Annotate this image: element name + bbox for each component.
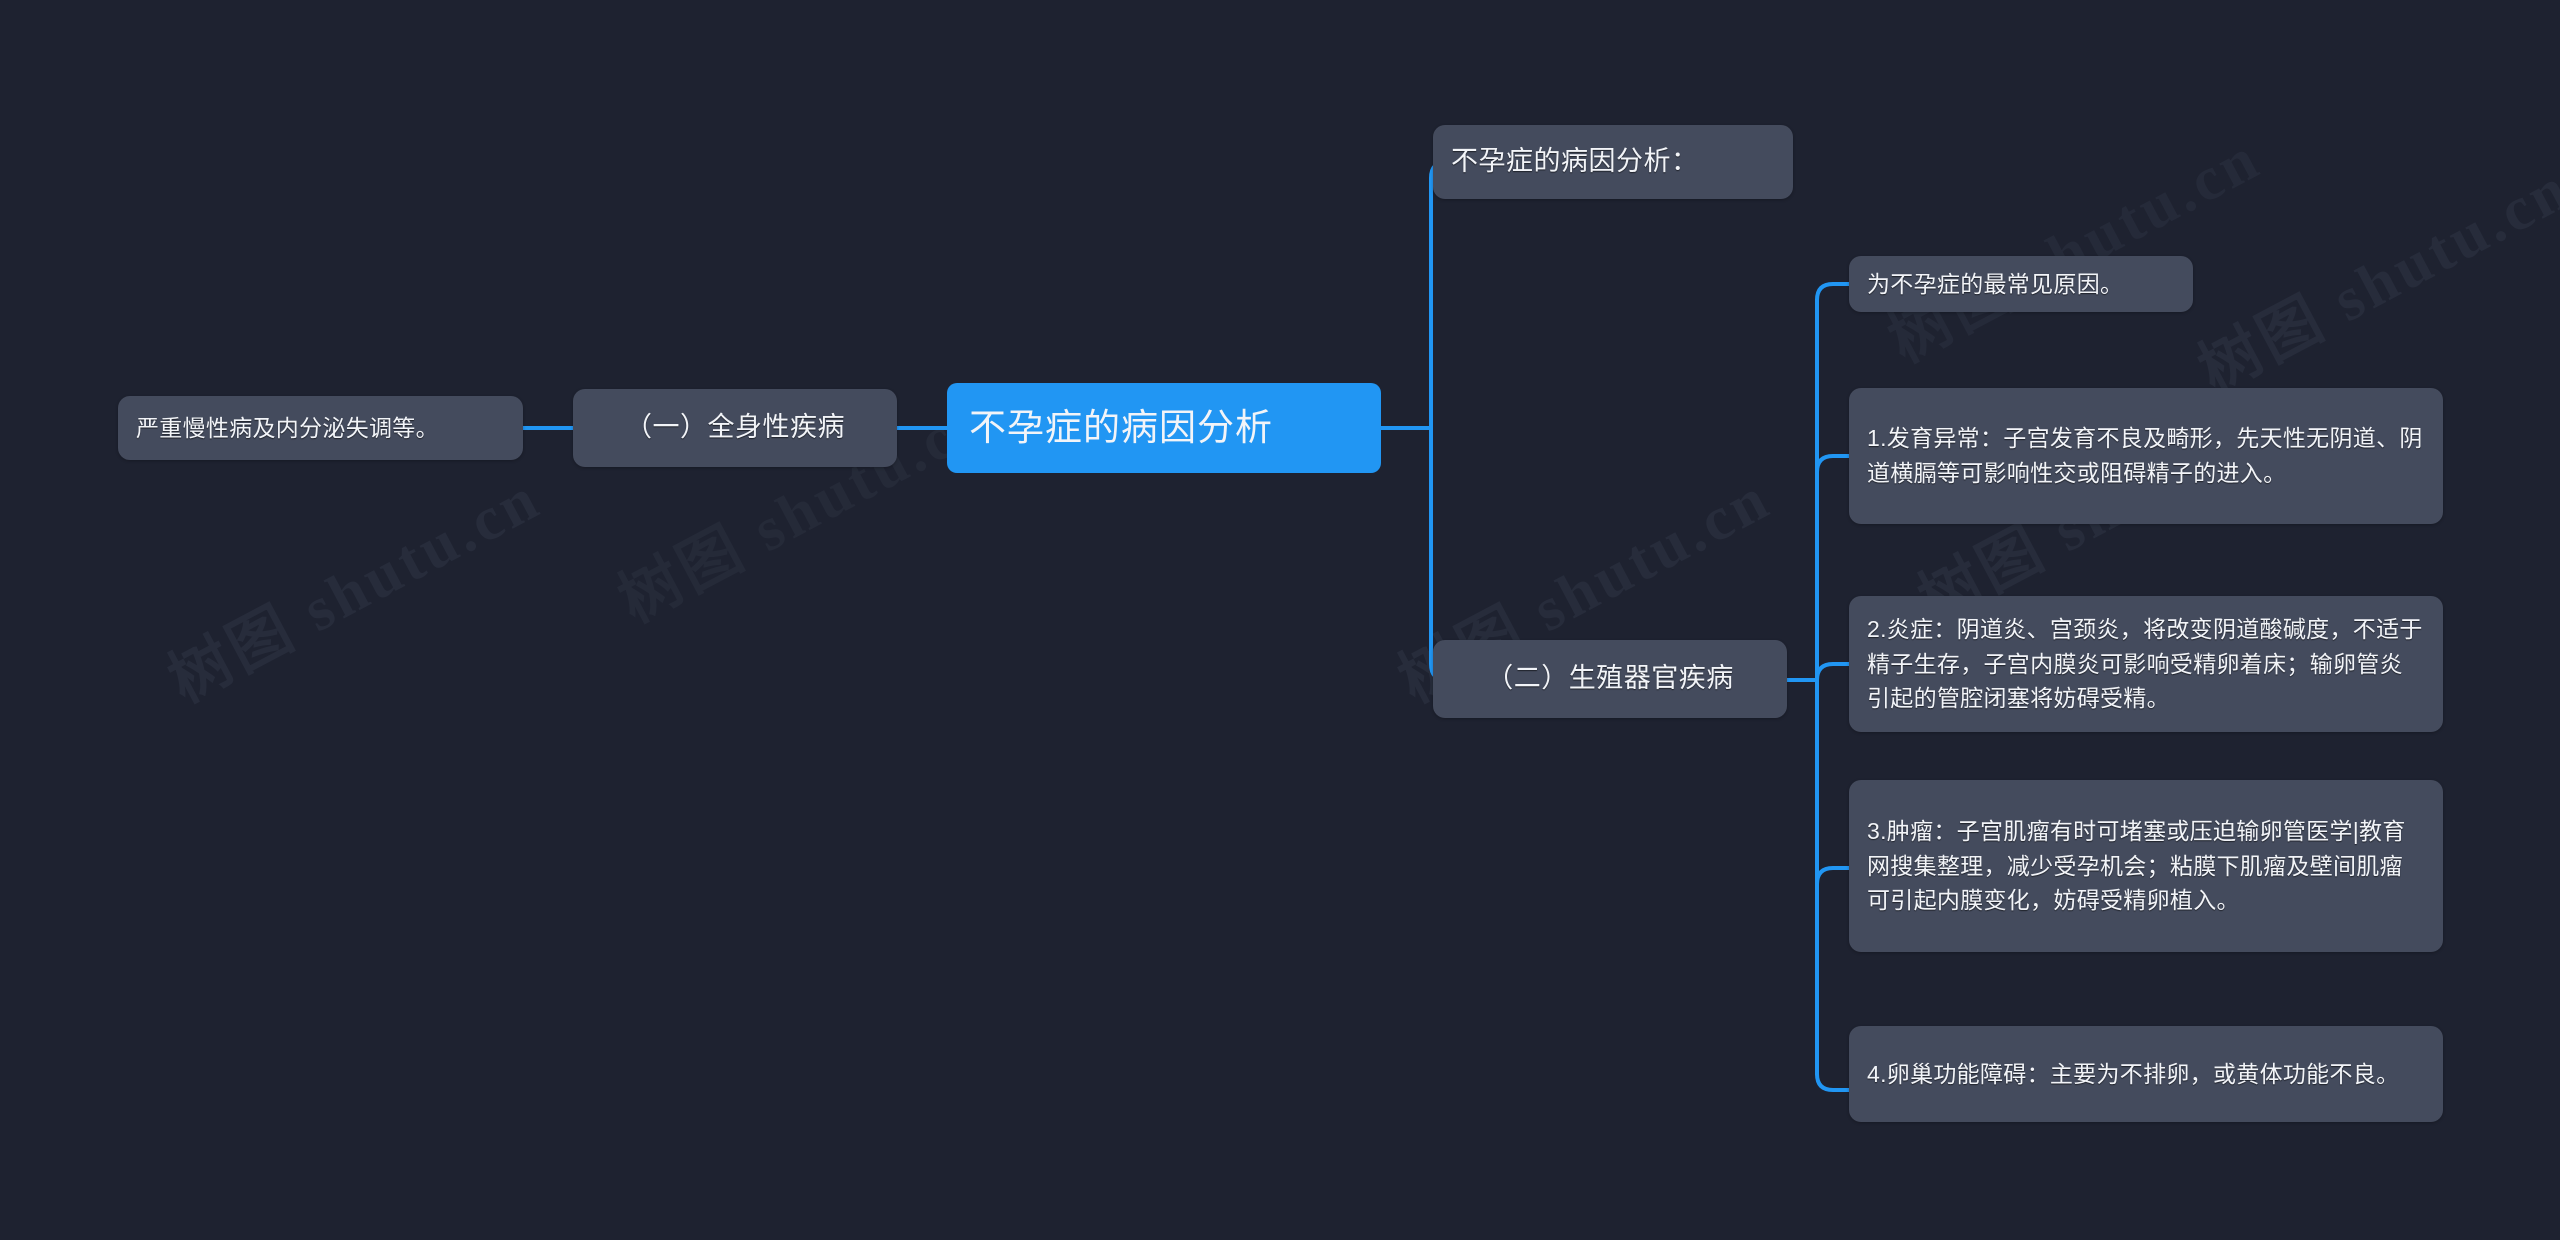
branch-node-reproductive-diseases[interactable]: （二）生殖器官疾病 — [1433, 640, 1787, 718]
branch-node-label: 不孕症的病因分析： — [1451, 146, 1699, 177]
mindmap-canvas: 树图 shutu.cn 树图 shutu.cn 树图 shutu.cn 树图 s… — [0, 0, 2560, 1240]
branch-node-title-colon[interactable]: 不孕症的病因分析： — [1433, 125, 1793, 199]
leaf-node-label: 为不孕症的最常见原因。 — [1867, 270, 2124, 297]
root-node-label: 不孕症的病因分析 — [969, 406, 1273, 448]
watermark: 树图 shutu.cn — [1878, 123, 2272, 376]
leaf-node-most-common-cause[interactable]: 为不孕症的最常见原因。 — [1849, 256, 2193, 312]
leaf-node-developmental-abnormality[interactable]: 1.发育异常：子宫发育不良及畸形，先天性无阴道、阴道横膈等可影响性交或阻碍精子的… — [1849, 388, 2443, 524]
leaf-node-label: 3.肿瘤：子宫肌瘤有时可堵塞或压迫输卵管医学|教育网搜集整理，减少受孕机会；粘膜… — [1867, 817, 2406, 914]
branch-node-general-diseases[interactable]: （一）全身性疾病 — [573, 389, 897, 467]
branch-node-label: （二）生殖器官疾病 — [1486, 663, 1734, 694]
leaf-node-inflammation[interactable]: 2.炎症：阴道炎、宫颈炎，将改变阴道酸碱度，不适于精子生存，子宫内膜炎可影响受精… — [1849, 596, 2443, 732]
leaf-node-label: 1.发育异常：子宫发育不良及畸形，先天性无阴道、阴道横膈等可影响性交或阻碍精子的… — [1867, 425, 2423, 486]
leaf-node-chronic-disease[interactable]: 严重慢性病及内分泌失调等。 — [118, 396, 523, 460]
leaf-node-ovarian-dysfunction[interactable]: 4.卵巢功能障碍：主要为不排卵，或黄体功能不良。 — [1849, 1026, 2443, 1122]
watermark: 树图 shutu.cn — [2188, 153, 2560, 406]
leaf-node-tumor[interactable]: 3.肿瘤：子宫肌瘤有时可堵塞或压迫输卵管医学|教育网搜集整理，减少受孕机会；粘膜… — [1849, 780, 2443, 952]
root-node[interactable]: 不孕症的病因分析 — [947, 383, 1381, 473]
leaf-node-label: 4.卵巢功能障碍：主要为不排卵，或黄体功能不良。 — [1867, 1060, 2400, 1087]
leaf-node-label: 2.炎症：阴道炎、宫颈炎，将改变阴道酸碱度，不适于精子生存，子宫内膜炎可影响受精… — [1867, 615, 2423, 712]
leaf-node-label: 严重慢性病及内分泌失调等。 — [136, 414, 439, 441]
branch-node-label: （一）全身性疾病 — [625, 412, 845, 443]
watermark: 树图 shutu.cn — [158, 463, 552, 716]
